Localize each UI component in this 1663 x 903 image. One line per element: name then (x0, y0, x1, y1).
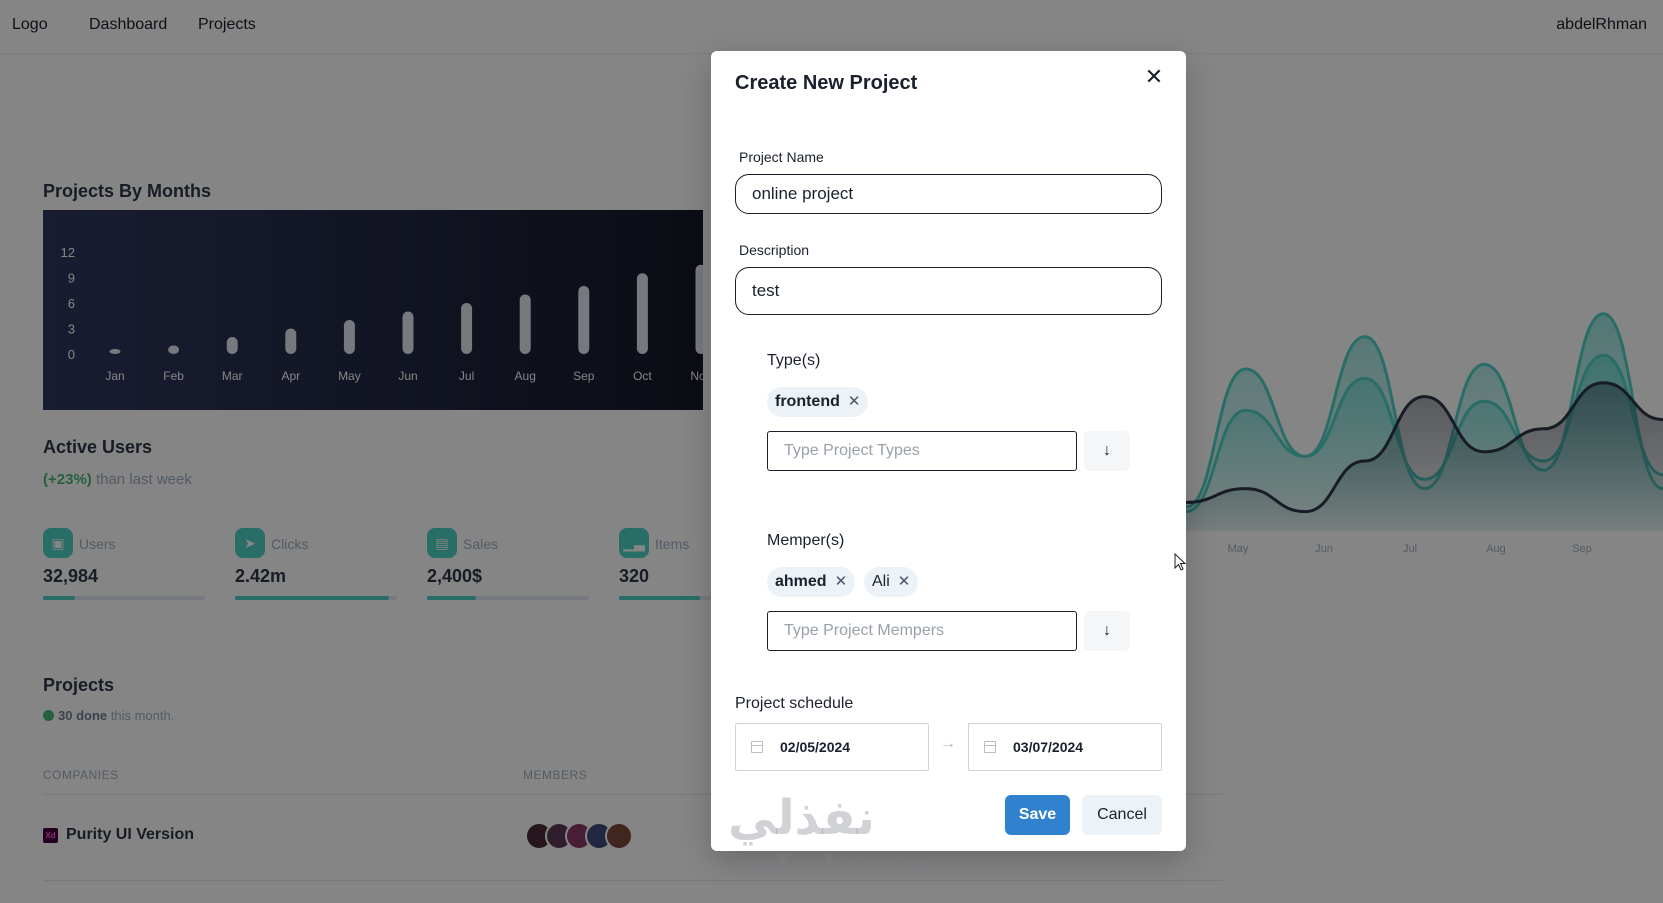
watermark-arabic: نفذلي (728, 792, 875, 845)
close-icon[interactable]: ✕ (1138, 61, 1170, 93)
mouse-cursor-icon (1174, 553, 1186, 571)
project-name-label: Project Name (739, 149, 824, 165)
member-tag-label: ahmed (775, 573, 827, 590)
arrow-down-icon[interactable]: ↓ (1084, 431, 1130, 471)
schedule-label: Project schedule (735, 695, 854, 712)
start-date-picker[interactable]: 02/05/2024 (735, 723, 929, 771)
description-label: Description (739, 242, 810, 258)
calendar-icon (751, 741, 763, 753)
arrow-down-icon[interactable]: ↓ (1084, 611, 1130, 651)
project-name-input[interactable] (735, 174, 1162, 214)
member-tag-label: Ali (872, 573, 890, 590)
arrow-right-icon: → (940, 735, 956, 752)
end-date-picker[interactable]: 03/07/2024 (968, 723, 1162, 771)
remove-tag-icon[interactable]: ✕ (835, 567, 848, 597)
cancel-button[interactable]: Cancel (1082, 795, 1162, 835)
member-tag: Ali ✕ (864, 567, 919, 597)
members-input[interactable] (767, 611, 1077, 651)
watermark-latin: nafezly.com (738, 848, 930, 884)
type-tag-label: frontend (775, 393, 840, 410)
calendar-icon (984, 741, 996, 753)
description-input[interactable] (735, 267, 1162, 315)
types-label: Type(s) (767, 352, 821, 369)
type-tag: frontend ✕ (767, 387, 869, 417)
remove-tag-icon[interactable]: ✕ (898, 567, 911, 597)
modal-title: Create New Project (735, 72, 918, 94)
remove-tag-icon[interactable]: ✕ (848, 387, 861, 417)
members-label: Memper(s) (767, 532, 845, 549)
save-button[interactable]: Save (1005, 795, 1070, 835)
watermark-logo: نفذلي nafezly.com (728, 790, 958, 900)
types-input[interactable] (767, 431, 1077, 471)
create-project-modal: Create New Project ✕ Project Name Descri… (711, 51, 1186, 851)
end-date-value: 03/07/2024 (1013, 739, 1084, 755)
start-date-value: 02/05/2024 (780, 739, 851, 755)
member-tag: ahmed ✕ (767, 567, 856, 597)
